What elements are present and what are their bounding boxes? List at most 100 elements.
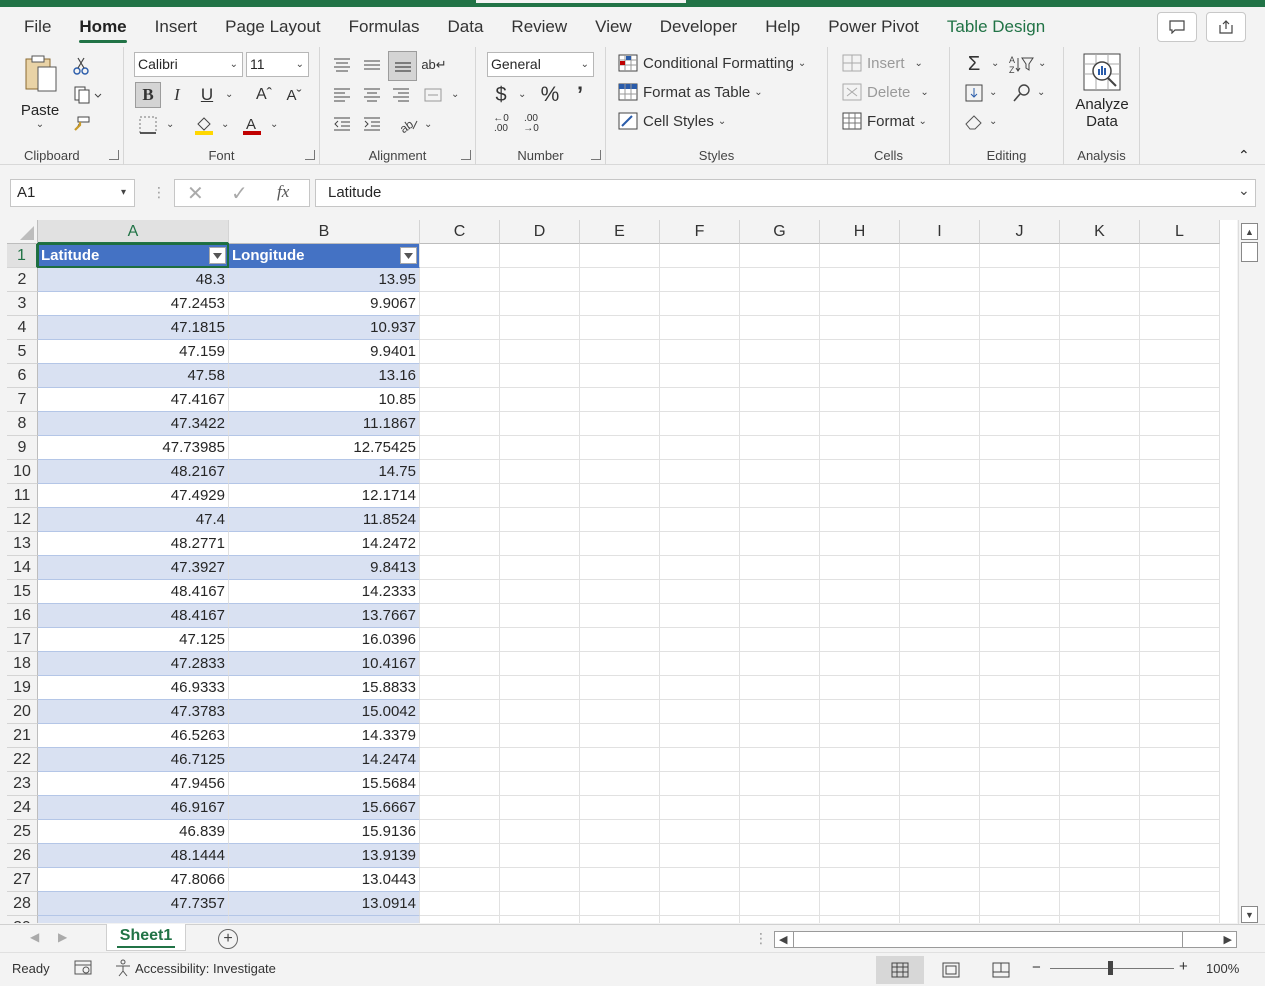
grid-cell[interactable] [980,868,1060,892]
grid-cell[interactable] [500,436,580,460]
row-header-12[interactable]: 12 [7,508,38,532]
table-cell[interactable]: 10.4167 [229,652,420,676]
table-cell[interactable]: 48.2771 [38,532,229,556]
align-center-icon[interactable] [359,82,385,108]
grid-cell[interactable] [500,796,580,820]
fill-chevron-down-icon[interactable]: ⌄ [989,87,997,98]
grid-cell[interactable] [740,772,820,796]
grid-cell[interactable] [980,796,1060,820]
grid-cell[interactable] [660,580,740,604]
grid-cell[interactable] [900,820,980,844]
grid-cell[interactable] [820,820,900,844]
grid-cell[interactable] [980,556,1060,580]
grid-cell[interactable] [580,436,660,460]
grid-cell[interactable] [1140,892,1220,916]
grid-cell[interactable] [740,508,820,532]
grid-cell[interactable] [660,892,740,916]
grid-cell[interactable] [1060,436,1140,460]
grid-cell[interactable] [420,292,500,316]
grid-cell[interactable] [900,628,980,652]
grid-cell[interactable] [660,724,740,748]
grid-cell[interactable] [900,772,980,796]
grid-cell[interactable] [1060,484,1140,508]
grid-cell[interactable] [1140,868,1220,892]
grid-cell[interactable] [580,892,660,916]
grid-cell[interactable] [580,244,660,268]
table-cell[interactable]: 47.4167 [38,388,229,412]
column-header-h[interactable]: H [820,220,900,244]
table-cell[interactable]: 9.9067 [229,292,420,316]
column-header-b[interactable]: B [229,220,420,244]
table-cell[interactable]: 15.0042 [229,700,420,724]
tab-power-pivot[interactable]: Power Pivot [828,7,919,47]
grid-cell[interactable] [900,580,980,604]
merge-center-icon[interactable] [420,82,446,108]
page-layout-view-button[interactable] [927,956,975,984]
table-cell[interactable]: 46.9167 [38,796,229,820]
grid-cell[interactable] [580,772,660,796]
grid-cell[interactable] [1140,724,1220,748]
grid-cell[interactable] [980,628,1060,652]
grid-cell[interactable] [1060,820,1140,844]
accessibility-icon[interactable] [114,959,132,980]
number-format-dropdown[interactable]: General ⌄ [487,52,594,77]
grid-cell[interactable] [1060,316,1140,340]
grid-cell[interactable] [980,436,1060,460]
align-middle-icon[interactable] [359,52,385,78]
grid-cell[interactable] [580,388,660,412]
table-cell[interactable]: 13.7667 [229,604,420,628]
table-cell[interactable]: 9.9401 [229,340,420,364]
grid-cell[interactable] [500,604,580,628]
zoom-in-icon[interactable]: + [1179,958,1188,975]
grid-cell[interactable] [740,412,820,436]
grid-cell[interactable] [740,892,820,916]
grid-cell[interactable] [820,460,900,484]
normal-view-button[interactable] [876,956,924,984]
grid-cell[interactable] [500,916,580,923]
table-cell-partial[interactable] [38,916,229,923]
grid-cell[interactable] [900,436,980,460]
borders-chevron-down-icon[interactable]: ⌄ [166,119,174,130]
grid-cell[interactable] [900,340,980,364]
grid-cell[interactable] [1060,892,1140,916]
tab-formulas[interactable]: Formulas [349,7,420,47]
grid-cell[interactable] [580,844,660,868]
grid-cell[interactable] [1140,796,1220,820]
grid-cell[interactable] [980,772,1060,796]
grid-cell[interactable] [980,844,1060,868]
grid-cell[interactable] [980,508,1060,532]
grid-cell[interactable] [1140,484,1220,508]
table-header-cell[interactable]: Latitude [38,244,229,268]
cut-icon[interactable] [68,53,94,79]
copy-icon[interactable] [68,82,108,108]
font-name-dropdown[interactable]: Calibri ⌄ [134,52,243,77]
row-header-1[interactable]: 1 [7,244,38,268]
grid-cell[interactable] [420,604,500,628]
grid-cell[interactable] [580,916,660,923]
grid-cell[interactable] [660,364,740,388]
grid-cell[interactable] [820,676,900,700]
grid-cell[interactable] [820,340,900,364]
grid-cell[interactable] [660,484,740,508]
grid-cell[interactable] [740,628,820,652]
table-cell[interactable]: 47.2833 [38,652,229,676]
bold-icon[interactable]: B [135,82,161,108]
table-cell[interactable]: 13.95 [229,268,420,292]
format-as-table-button[interactable]: Format as Table ⌄ [618,83,763,101]
grid-cell[interactable] [660,700,740,724]
grid-cell[interactable] [660,292,740,316]
name-box-chevron-down-icon[interactable]: ▾ [121,180,126,206]
grid-cell[interactable] [660,412,740,436]
grid-cell[interactable] [740,676,820,700]
font-launcher-icon[interactable] [305,150,315,160]
grid-cell[interactable] [420,844,500,868]
grid-cell[interactable] [580,796,660,820]
sheet-tab-sheet1[interactable]: Sheet1 [106,924,186,951]
table-cell[interactable]: 13.16 [229,364,420,388]
grid-cell[interactable] [580,508,660,532]
table-cell[interactable]: 46.7125 [38,748,229,772]
row-header-22[interactable]: 22 [7,748,38,772]
tab-help[interactable]: Help [765,7,800,47]
column-header-f[interactable]: F [660,220,740,244]
grid-cell[interactable] [420,868,500,892]
